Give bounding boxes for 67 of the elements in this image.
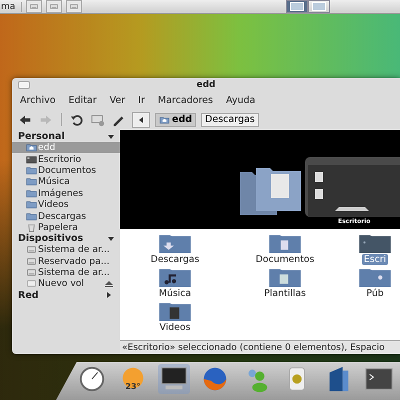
file-item[interactable]: Plantillas (230, 267, 340, 301)
window-title: edd (196, 80, 216, 90)
file-item[interactable]: Música (120, 267, 230, 301)
folder-icon (159, 267, 191, 287)
sidebar-section-header: Red (18, 290, 39, 301)
sidebar-item[interactable]: Documentos (12, 164, 120, 176)
drive-launcher[interactable] (46, 0, 62, 13)
menu-item[interactable]: Ir (138, 95, 145, 106)
drive-icon (26, 256, 37, 267)
trash-icon (26, 222, 37, 233)
folder-icon (26, 188, 37, 199)
menu-item[interactable]: Ver (110, 95, 126, 106)
sidebar-item[interactable]: Reservado pa... (12, 256, 120, 267)
left-arrow-icon (139, 116, 143, 122)
folder-icon (26, 164, 37, 176)
status-bar: «Escritorio» seleccionado (contiene 0 elementos), Espacio (120, 340, 400, 354)
drive-icon (26, 244, 37, 256)
eject-icon[interactable] (105, 280, 113, 287)
desktop-folder-icon (359, 233, 391, 253)
sidebar-section-header: Dispositivos (18, 233, 84, 244)
computer-button[interactable] (90, 112, 106, 126)
folder-icon (159, 233, 191, 253)
drive-launcher[interactable] (26, 0, 42, 13)
desktop-icon (26, 154, 37, 165)
folder-icon (269, 267, 301, 287)
folder-icon (26, 199, 37, 210)
folder-icon (359, 267, 391, 287)
window-view-toggle[interactable] (286, 0, 308, 13)
sidebar-item[interactable]: Sistema de ar... (12, 244, 120, 256)
folder-icon (26, 176, 37, 188)
path-button[interactable]: edd (155, 112, 196, 126)
folder-icon (269, 233, 301, 253)
dock-launcher[interactable] (158, 364, 190, 394)
menu-item[interactable]: Ayuda (226, 95, 256, 106)
folder-icon (26, 210, 37, 222)
sidebar-item[interactable]: Imágenes (12, 188, 120, 199)
panel-label: ma (1, 2, 22, 12)
path-button[interactable]: Descargas (201, 112, 259, 126)
sidebar-item[interactable]: Sistema de ar... (12, 266, 120, 278)
file-item[interactable]: Videos (120, 301, 230, 335)
sidebar-item[interactable]: Escritorio (12, 153, 120, 165)
file-item[interactable]: Documentos (230, 233, 340, 267)
path-left-button[interactable] (132, 112, 150, 128)
sidebar-item[interactable]: Música (12, 176, 120, 188)
window-view-toggle[interactable] (308, 0, 330, 13)
file-item[interactable]: Descargas (120, 233, 230, 267)
file-item[interactable]: Púb (340, 267, 400, 301)
reload-button[interactable] (69, 112, 85, 126)
home-folder-icon (26, 142, 37, 154)
drive-icon (26, 267, 37, 278)
drive-icon (48, 2, 60, 11)
menu-item[interactable]: Editar (68, 95, 97, 106)
sidebar-item[interactable]: Videos (12, 198, 120, 210)
drive-icon (26, 278, 37, 290)
menu-item[interactable]: Archivo (20, 95, 56, 106)
sidebar-item[interactable]: Nuevo vol (12, 278, 120, 290)
drive-launcher[interactable] (66, 0, 82, 13)
drive-icon (68, 2, 80, 11)
folder-icon (159, 301, 191, 321)
menu-item[interactable]: Marcadores (158, 95, 213, 106)
drive-icon (28, 2, 40, 11)
globe-icon (201, 365, 229, 393)
clock-icon (78, 365, 106, 393)
sidebar-section-header: Personal (18, 131, 65, 142)
sidebar-item[interactable]: Descargas (12, 210, 120, 222)
sidebar-item[interactable]: Papelera (12, 222, 120, 234)
home-folder-icon (159, 114, 170, 124)
